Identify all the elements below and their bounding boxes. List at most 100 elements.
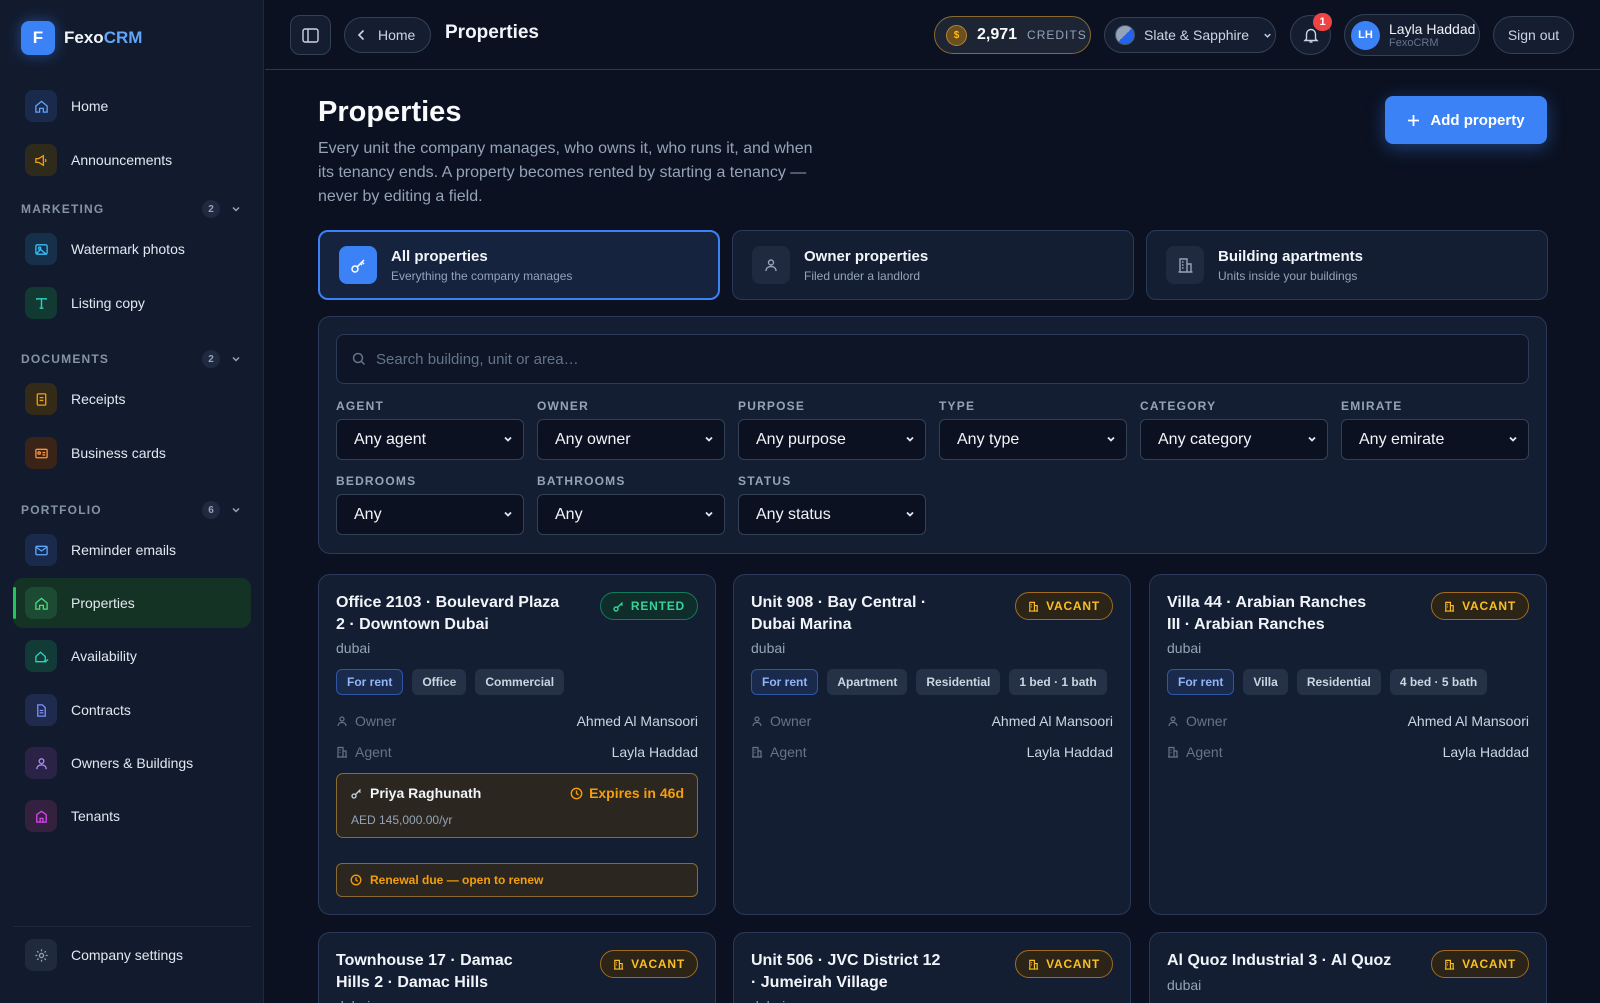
credits-value: 2,971	[977, 26, 1018, 43]
add-property-button[interactable]: Add property	[1385, 96, 1547, 144]
status-badge: VACANT	[1431, 592, 1529, 620]
status-text: VACANT	[1046, 599, 1100, 613]
property-city: dubai	[751, 998, 785, 1003]
credits-label: CREDITS	[1027, 28, 1087, 42]
sign-out-button[interactable]: Sign out	[1493, 16, 1574, 54]
back-home-button[interactable]: Home	[344, 17, 432, 53]
chevron-down-icon	[1107, 436, 1115, 442]
sidebar-item-label: Properties	[71, 595, 135, 611]
property-title: Al Quoz Industrial 3 · Al Quoz	[1167, 952, 1392, 969]
agent-name[interactable]: Layla Haddad	[612, 744, 698, 760]
sidebar-item-receipts[interactable]: Receipts	[13, 374, 251, 424]
emirate-select[interactable]: Any emirate	[1341, 419, 1529, 460]
sidebar-item-label: Receipts	[71, 391, 126, 407]
sidebar-item-business-cards[interactable]: Business cards	[13, 428, 251, 478]
property-city: dubai	[336, 998, 370, 1003]
theme-label: Slate & Sapphire	[1144, 27, 1250, 43]
notifications-button[interactable]: 1	[1290, 13, 1332, 55]
sidebar-item-owners-buildings[interactable]: Owners & Buildings	[13, 738, 251, 788]
add-property-label: Add property	[1430, 111, 1525, 129]
property-card[interactable]: Unit 908 · Bay Central · Dubai Marina du…	[733, 574, 1131, 915]
property-card[interactable]: Villa 44 · Arabian Ranches III · Arabian…	[1149, 574, 1547, 915]
status-badge: VACANT	[1015, 950, 1113, 978]
property-card[interactable]: Office 2103 · Boulevard Plaza 2 · Downto…	[318, 574, 716, 915]
section-title: PORTFOLIO	[21, 503, 102, 517]
category-select[interactable]: Any category	[1140, 419, 1328, 460]
bathrooms-select[interactable]: Any	[537, 494, 725, 535]
sidebar-toggle-button[interactable]	[290, 15, 331, 55]
scope-owner-properties[interactable]: Owner properties Filed under a landlord	[732, 230, 1134, 300]
topbar: Home Properties $ 2,971 CREDITS Slate & …	[265, 0, 1600, 70]
owner-name[interactable]: Ahmed Al Mansoori	[992, 713, 1113, 729]
image-icon	[25, 233, 57, 265]
filter-label-category: CATEGORY	[1140, 399, 1217, 413]
megaphone-icon	[25, 144, 57, 176]
property-card[interactable]: Al Quoz Industrial 3 · Al Quoz dubai VAC…	[1149, 932, 1547, 1003]
theme-selector[interactable]: Slate & Sapphire	[1104, 17, 1276, 53]
chevron-down-icon	[504, 511, 512, 517]
section-portfolio[interactable]: PORTFOLIO 6	[21, 501, 242, 519]
key-icon	[339, 246, 377, 284]
user-icon	[25, 747, 57, 779]
property-card[interactable]: Townhouse 17 · Damac Hills 2 · Damac Hil…	[318, 932, 716, 1003]
agent-select[interactable]: Any agent	[336, 419, 524, 460]
sidebar-item-contracts[interactable]: Contracts	[13, 685, 251, 735]
agent-name[interactable]: Layla Haddad	[1027, 744, 1113, 760]
property-city: dubai	[336, 640, 371, 656]
sidebar-item-company-settings[interactable]: Company settings	[13, 930, 251, 980]
select-value: Any emirate	[1359, 430, 1445, 448]
plus-icon	[1408, 114, 1420, 126]
mail-icon	[25, 534, 57, 566]
owner-name[interactable]: Ahmed Al Mansoori	[1408, 713, 1529, 729]
sidebar-item-reminder-emails[interactable]: Reminder emails	[13, 525, 251, 575]
receipt-icon	[25, 383, 57, 415]
search-placeholder: Search building, unit or area…	[376, 350, 579, 368]
select-value: Any	[555, 505, 583, 523]
status-select[interactable]: Any status	[738, 494, 926, 535]
chevron-down-icon	[232, 206, 240, 212]
scope-all-properties[interactable]: All properties Everything the company ma…	[318, 230, 720, 300]
chevron-down-icon	[906, 511, 914, 517]
search-input[interactable]: Search building, unit or area…	[336, 334, 1529, 384]
section-documents[interactable]: DOCUMENTS 2	[21, 350, 242, 368]
sidebar-item-availability[interactable]: Availability	[13, 631, 251, 681]
renewal-notice[interactable]: Renewal due — open to renew	[336, 863, 698, 897]
user-menu[interactable]: LH Layla Haddad FexoCRM	[1344, 14, 1480, 56]
filter-label-status: STATUS	[738, 474, 792, 488]
sidebar-item-label: Owners & Buildings	[71, 755, 194, 771]
property-card[interactable]: Unit 506 · JVC District 12 · Jumeirah Vi…	[733, 932, 1131, 1003]
owner-row: Owner Ahmed Al Mansoori	[336, 713, 698, 729]
tenancy-box[interactable]: Priya Raghunath Expires in 46d AED 145,0…	[336, 773, 698, 838]
building-icon	[1168, 746, 1178, 758]
agent-name[interactable]: Layla Haddad	[1443, 744, 1529, 760]
owner-select[interactable]: Any owner	[537, 419, 725, 460]
property-title: Unit 506 · JVC District 12 · Jumeirah Vi…	[751, 952, 941, 991]
brand[interactable]: F FexoCRM	[21, 21, 142, 55]
sidebar-item-label: Home	[71, 98, 109, 114]
purpose-select[interactable]: Any purpose	[738, 419, 926, 460]
section-marketing[interactable]: MARKETING 2	[21, 200, 242, 218]
property-city: dubai	[1167, 640, 1202, 656]
sidebar-item-watermark-photos[interactable]: Watermark photos	[13, 224, 251, 274]
sidebar-item-properties[interactable]: Properties	[13, 578, 251, 628]
scope-building-apartments[interactable]: Building apartments Units inside your bu…	[1146, 230, 1548, 300]
credits-pill[interactable]: $ 2,971 CREDITS	[934, 16, 1091, 54]
property-city: dubai	[751, 640, 786, 656]
sidebar-item-label: Company settings	[71, 947, 184, 963]
sidebar-item-home[interactable]: Home	[13, 81, 251, 131]
type-icon	[25, 287, 57, 319]
sidebar-item-announcements[interactable]: Announcements	[13, 135, 251, 185]
sidebar-item-listing-copy[interactable]: Listing copy	[13, 278, 251, 328]
select-value: Any owner	[555, 430, 631, 448]
tag-type: Office	[412, 669, 467, 695]
owner-name[interactable]: Ahmed Al Mansoori	[577, 713, 698, 729]
bedrooms-select[interactable]: Any	[336, 494, 524, 535]
building-icon	[752, 746, 762, 758]
section-title: DOCUMENTS	[21, 352, 110, 366]
select-value: Any type	[957, 430, 1020, 448]
type-select[interactable]: Any type	[939, 419, 1127, 460]
building-icon	[25, 800, 57, 832]
sidebar-item-tenants[interactable]: Tenants	[13, 791, 251, 841]
availability-icon	[25, 640, 57, 672]
chevron-down-icon	[705, 436, 713, 442]
